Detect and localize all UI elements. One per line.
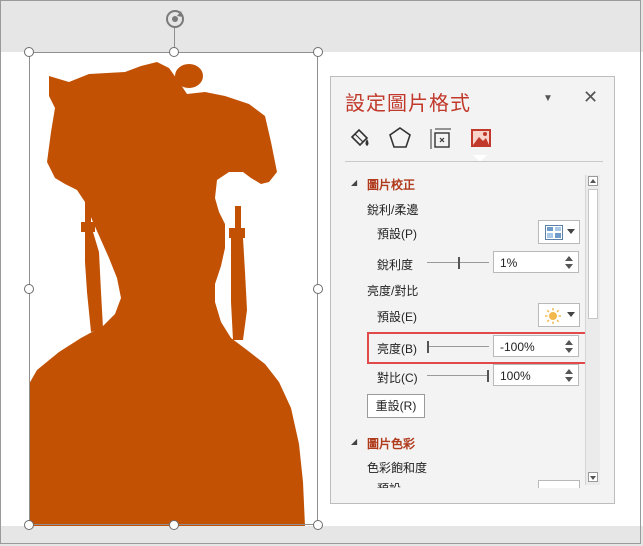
collapse-triangle-icon[interactable]: ◢ xyxy=(351,437,357,446)
spin-down-icon xyxy=(565,264,573,269)
spin-up-icon xyxy=(565,340,573,345)
brightness-label: 亮度(B) xyxy=(377,342,417,356)
resize-handle-bottom-left[interactable] xyxy=(24,520,34,530)
sharpen-presets-label: 預設(P) xyxy=(377,227,417,241)
bottom-bar xyxy=(0,526,643,546)
resize-handle-top[interactable] xyxy=(169,47,179,57)
color-saturation-label: 色彩飽和度 xyxy=(367,461,428,475)
sharpen-soften-label: 銳利/柔邊 xyxy=(367,203,419,217)
resize-handle-right[interactable] xyxy=(313,284,323,294)
contrast-spinner[interactable]: 100% xyxy=(493,364,579,386)
sharpness-spinner[interactable]: 1% xyxy=(493,251,579,273)
contrast-slider[interactable] xyxy=(427,370,489,382)
spin-down-icon xyxy=(565,348,573,353)
section-picture-color[interactable]: 圖片色彩 xyxy=(367,435,415,452)
brightness-contrast-label: 亮度/對比 xyxy=(367,284,419,298)
reset-button[interactable]: 重設(R) xyxy=(367,394,425,418)
saturation-presets-label: 預設 xyxy=(377,480,401,488)
brightness-value[interactable]: -100% xyxy=(500,340,535,354)
saturation-presets-button[interactable] xyxy=(538,480,580,488)
rotate-handle-icon[interactable] xyxy=(163,7,187,31)
resize-handle-bottom-right[interactable] xyxy=(313,520,323,530)
spin-up-icon xyxy=(565,369,573,374)
sharpness-label: 銳利度 xyxy=(377,258,414,272)
scroll-up-arrow-icon[interactable] xyxy=(588,176,598,186)
selection-border xyxy=(29,52,318,525)
section-picture-correction[interactable]: 圖片校正 xyxy=(367,176,415,193)
picture-icon[interactable] xyxy=(468,125,494,151)
brightness-slider-thumb[interactable] xyxy=(427,341,429,353)
scroll-down-arrow-icon[interactable] xyxy=(588,472,598,482)
spin-up-icon xyxy=(565,256,573,261)
pentagon-icon[interactable] xyxy=(387,125,413,151)
sharpen-presets-button[interactable] xyxy=(538,220,580,244)
pane-options-dropdown-icon[interactable]: ▼ xyxy=(543,93,553,104)
pane-close-icon[interactable]: ✕ xyxy=(583,87,598,108)
pane-title: 設定圖片格式 xyxy=(345,93,471,115)
brightness-slider[interactable] xyxy=(427,341,489,353)
tab-divider xyxy=(345,161,603,162)
bc-presets-button[interactable] xyxy=(538,303,580,327)
sharpness-slider[interactable] xyxy=(427,257,489,269)
contrast-slider-thumb[interactable] xyxy=(487,370,489,382)
format-picture-pane: 設定圖片格式 ▼ ✕ ◢ 圖片校正 銳利/柔邊 預設(P) 銳利度 1% 亮度/… xyxy=(330,76,615,504)
sharpness-slider-thumb[interactable] xyxy=(458,257,460,269)
contrast-value[interactable]: 100% xyxy=(500,369,531,383)
scrollbar-thumb[interactable] xyxy=(588,189,598,319)
collapse-triangle-icon[interactable]: ◢ xyxy=(351,178,357,187)
sharpness-value[interactable]: 1% xyxy=(500,256,517,270)
contrast-label: 對比(C) xyxy=(377,371,418,385)
pane-scrollbar[interactable] xyxy=(585,175,600,485)
brightness-spinner[interactable]: -100% xyxy=(493,335,579,357)
clipped-row: 預設 xyxy=(331,480,585,488)
paint-bucket-icon[interactable] xyxy=(347,125,373,151)
resize-handle-bottom[interactable] xyxy=(169,520,179,530)
sun-icon xyxy=(545,308,561,324)
size-position-icon[interactable] xyxy=(428,125,454,151)
resize-handle-top-right[interactable] xyxy=(313,47,323,57)
spin-down-icon xyxy=(565,377,573,382)
resize-handle-left[interactable] xyxy=(24,284,34,294)
resize-handle-top-left[interactable] xyxy=(24,47,34,57)
sharpen-preset-icon xyxy=(545,225,563,240)
bc-presets-label: 預設(E) xyxy=(377,310,417,324)
